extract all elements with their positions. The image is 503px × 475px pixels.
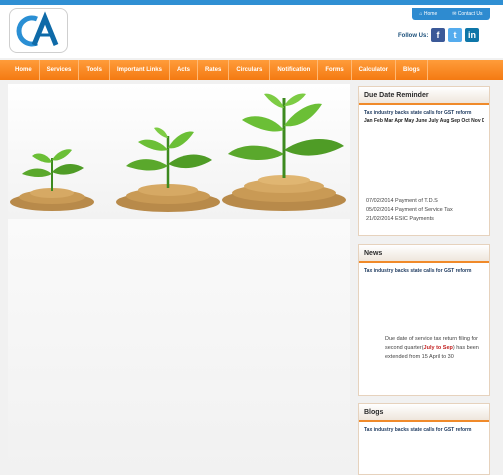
contact-link[interactable]: ✉ Contact Us xyxy=(452,11,482,17)
news-title: News xyxy=(359,245,489,263)
due-date-headline[interactable]: Tax industry backs state calls for GST r… xyxy=(364,110,484,116)
news-text[interactable]: Due date of service tax return filing fo… xyxy=(385,335,485,362)
month-selector[interactable]: Jan Feb Mar Apr May June July Aug Sep Oc… xyxy=(364,118,484,124)
due-date-title: Due Date Reminder xyxy=(359,87,489,105)
twitter-icon[interactable]: t xyxy=(448,28,462,42)
reminder-item[interactable]: 21/02/2014 ESIC Payments xyxy=(366,215,453,224)
due-date-panel: Due Date Reminder Tax industry backs sta… xyxy=(358,86,490,236)
follow-us-label: Follow Us: xyxy=(398,33,429,39)
main-nav: Home Services Tools Important Links Acts… xyxy=(0,60,503,80)
nav-tools[interactable]: Tools xyxy=(79,60,110,80)
blogs-headline[interactable]: Tax industry backs state calls for GST r… xyxy=(364,427,484,433)
blogs-panel: Blogs Tax industry backs state calls for… xyxy=(358,403,490,475)
nav-acts[interactable]: Acts xyxy=(170,60,198,80)
nav-forms[interactable]: Forms xyxy=(318,60,352,80)
home-link[interactable]: ⌂ Home xyxy=(419,11,437,17)
nav-circulars[interactable]: Circulars xyxy=(229,60,271,80)
nav-home[interactable]: Home xyxy=(8,60,40,80)
reminder-item[interactable]: 07/02/2014 Payment of T.D.S xyxy=(366,197,453,206)
nav-notification[interactable]: Notification xyxy=(270,60,319,80)
linkedin-icon[interactable]: in xyxy=(465,28,479,42)
nav-important-links[interactable]: Important Links xyxy=(110,60,170,80)
top-links: ⌂ Home ✉ Contact Us xyxy=(412,8,490,20)
reminder-list: 07/02/2014 Payment of T.D.S 05/02/2014 P… xyxy=(366,197,453,224)
news-headline[interactable]: Tax industry backs state calls for GST r… xyxy=(364,268,484,274)
hero-banner xyxy=(8,84,350,219)
nav-blogs[interactable]: Blogs xyxy=(396,60,428,80)
nav-services[interactable]: Services xyxy=(40,60,80,80)
reminder-item[interactable]: 05/02/2014 Payment of Service Tax xyxy=(366,206,453,215)
content-area xyxy=(8,219,350,469)
coin-plant-illustration xyxy=(8,84,350,219)
site-header: ⌂ Home ✉ Contact Us Follow Us: f t in xyxy=(0,5,503,58)
blogs-title: Blogs xyxy=(359,404,489,422)
news-panel: News Tax industry backs state calls for … xyxy=(358,244,490,396)
site-logo[interactable] xyxy=(9,8,68,53)
facebook-icon[interactable]: f xyxy=(431,28,445,42)
nav-calculator[interactable]: Calculator xyxy=(352,60,397,80)
nav-rates[interactable]: Rates xyxy=(198,60,230,80)
